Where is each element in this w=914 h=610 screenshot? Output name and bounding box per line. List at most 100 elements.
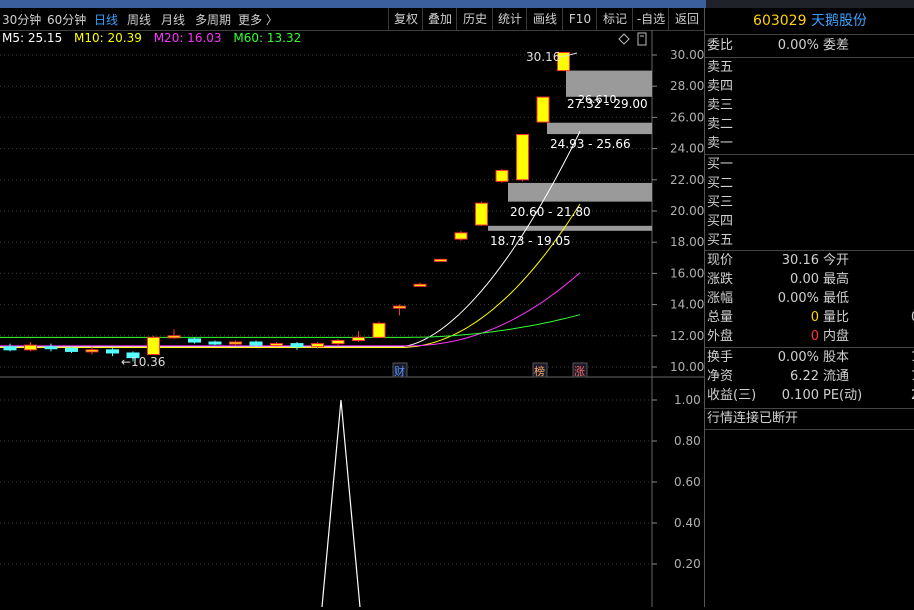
weibi-value: 0.00%	[777, 38, 819, 53]
candle-body	[106, 349, 119, 354]
buy-level: 买二	[705, 174, 914, 193]
candle-body	[536, 96, 550, 123]
weibi-label: 委比	[707, 38, 734, 53]
stat-row-label2: 内盘	[823, 329, 850, 344]
price-tick-label: 30.00	[670, 48, 704, 62]
stat-row-value: 0	[810, 310, 819, 325]
price-tick-label: 14.00	[670, 298, 704, 312]
period-daily-tab[interactable]: 日线	[94, 11, 118, 28]
period-monthly-tab[interactable]: 月线	[161, 11, 185, 28]
stat-row-value: 0	[810, 329, 819, 344]
candle-body	[65, 347, 78, 352]
stock-code: 603029	[753, 13, 807, 29]
candle-body	[516, 134, 529, 181]
overlay-button[interactable]: 叠加	[422, 8, 457, 30]
candle-body	[249, 341, 263, 346]
stat-row-value: 30.16	[781, 253, 819, 268]
candle-body	[3, 346, 17, 351]
event-marker: 榜	[534, 364, 545, 378]
stat-row-value: 0.00%	[777, 291, 819, 306]
price-zone	[508, 182, 652, 202]
period-weekly-tab[interactable]: 周线	[127, 11, 151, 28]
ma60-line	[0, 314, 581, 338]
volume-tick-label: 1.00	[674, 393, 701, 407]
mark-button[interactable]: 标记	[596, 8, 633, 30]
period-60min-tab[interactable]: 60分钟	[47, 11, 86, 28]
back-button[interactable]: 返回	[668, 8, 705, 30]
stock-header[interactable]: 603029 天鹅股份	[705, 8, 914, 35]
candles	[3, 52, 570, 362]
price-tick-label: 16.00	[670, 266, 704, 280]
price-tick-label: 28.00	[670, 79, 704, 93]
sell-level-label: 卖五	[707, 60, 734, 75]
candle-body	[44, 346, 58, 350]
stat-row-2-label: 换手	[707, 350, 734, 365]
sell-level: 卖三	[705, 96, 914, 115]
stat-row-label: 涨幅	[707, 291, 734, 306]
period-30min-tab[interactable]: 30分钟	[2, 11, 41, 28]
window-top-strip	[0, 0, 914, 8]
adjust-button[interactable]: 复权	[388, 8, 423, 30]
stock-name: 天鹅股份	[810, 13, 867, 29]
kline-chart[interactable]: 30.00 28.00 26.00 24.00 22.00 20.00 18.00 16.00…	[0, 29, 704, 608]
more-menu[interactable]: 更多 〉	[238, 11, 278, 28]
price-tick-label: 26.00	[670, 110, 704, 124]
stat-row-2-label2: PE(动)	[823, 388, 863, 403]
buy-level-label: 买三	[707, 195, 734, 210]
stat-row: 总量0量比0	[705, 308, 914, 327]
stat-row-2-label2: 股本	[823, 350, 850, 365]
stat-row: 涨幅 0.00% 最低	[705, 289, 914, 308]
stat-row-2: 换手0.00%股本1.2	[705, 348, 914, 367]
buy-level-label: 买一	[707, 157, 734, 172]
sell-level-label: 卖三	[707, 98, 734, 113]
stat-row-label2: 今开	[823, 253, 850, 268]
sell-level-label: 卖二	[707, 117, 734, 132]
sell-level-label: 卖一	[707, 136, 734, 151]
candle-body	[167, 335, 181, 339]
candle-body	[24, 344, 37, 351]
f10-button[interactable]: F10	[562, 8, 597, 30]
divider	[705, 429, 914, 430]
weibi-row: 委比 0.00% 委差	[705, 36, 914, 55]
history-button[interactable]: 历史	[456, 8, 493, 30]
candle-body	[188, 338, 201, 343]
stat-row-value: 0.00	[790, 272, 819, 287]
draw-line-button[interactable]: 画线	[526, 8, 563, 30]
candle-body	[290, 343, 304, 348]
scroll-icon[interactable]	[637, 32, 647, 46]
price-zone	[488, 225, 652, 231]
remove-watchlist-button[interactable]: -自选	[632, 8, 669, 30]
stat-row-label2: 最高	[823, 272, 850, 287]
chart-axes: 30.00 28.00 26.00 24.00 22.00 20.00 18.00 16.00…	[652, 48, 704, 571]
multi-period-tab[interactable]: 多周期	[195, 11, 231, 28]
diamond-icon[interactable]	[618, 33, 630, 45]
chart-tools	[618, 32, 647, 46]
window-title-bar	[0, 0, 706, 8]
statistics-button[interactable]: 统计	[492, 8, 527, 30]
volume-tick-label: 0.60	[674, 475, 701, 489]
stat-row-2-value: 0.100	[781, 388, 819, 403]
volume-spike	[321, 399, 361, 608]
event-marker: 财	[394, 364, 405, 378]
candle-body	[147, 336, 160, 356]
candle-body	[352, 336, 365, 341]
stat-row-2-label2: 流通	[823, 369, 850, 384]
connection-status: 行情连接已断开	[707, 411, 799, 426]
stat-row: 涨跌 0.00 最高	[705, 270, 914, 289]
zone4-label: 18.73 - 19.05	[490, 234, 571, 248]
candle-body	[229, 341, 242, 345]
high-label: 30.16	[526, 50, 560, 64]
price-tick-label: 10.00	[670, 360, 704, 374]
stat-row-label: 涨跌	[707, 272, 734, 287]
quote-panel: 603029 天鹅股份 委比 0.00% 委差 卖五卖四卖三卖二卖一 买一买二买…	[704, 8, 914, 607]
candle-body	[495, 169, 509, 182]
chart-area[interactable]: 30.00 28.00 26.00 24.00 22.00 20.00 18.00 16.00…	[0, 29, 704, 608]
sell-level-label: 卖四	[707, 79, 734, 94]
stat-row: 外盘 0 内盘	[705, 327, 914, 346]
price-tick-label: 22.00	[670, 173, 704, 187]
candle-body	[475, 202, 488, 226]
sell-level: 卖五	[705, 58, 914, 77]
candle-body	[372, 322, 386, 338]
weicha-label: 委差	[823, 38, 850, 53]
price-tick-label: 12.00	[670, 329, 704, 343]
